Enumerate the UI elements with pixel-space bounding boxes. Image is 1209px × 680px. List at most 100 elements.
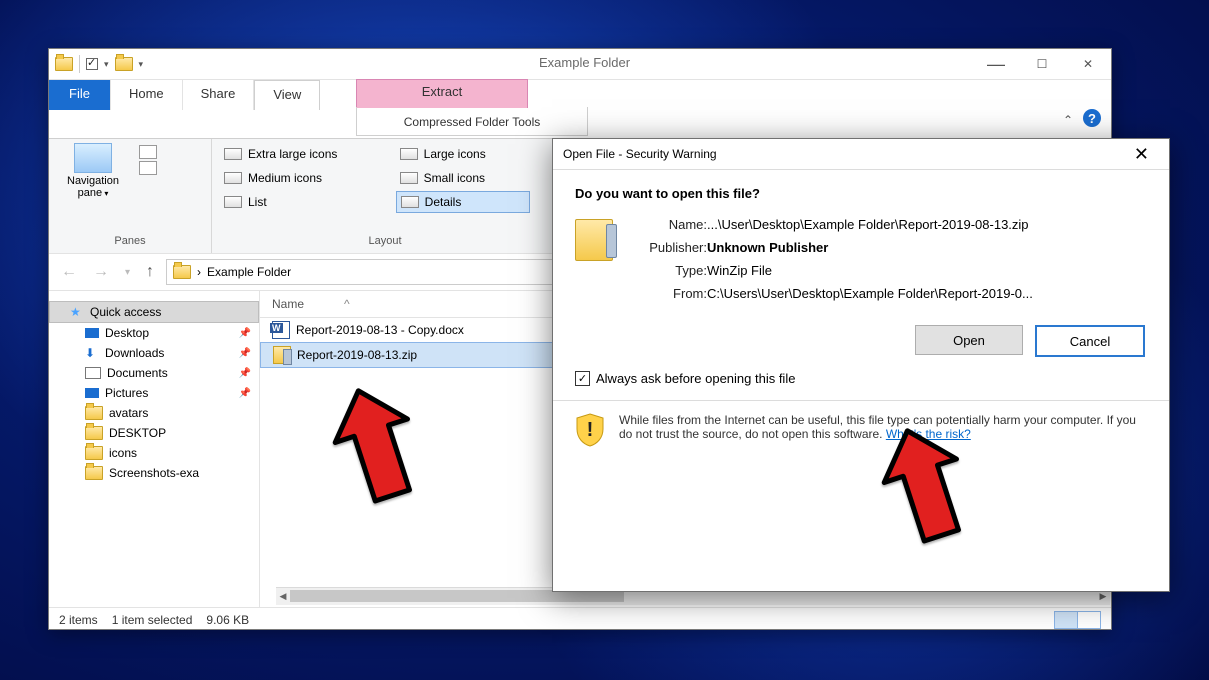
- status-item-count: 2 items: [59, 613, 98, 627]
- zip-file-icon: [273, 346, 291, 364]
- desktop-icon: [85, 328, 99, 338]
- layout-extra-large[interactable]: Extra large icons: [220, 143, 382, 165]
- layout-medium[interactable]: Medium icons: [220, 167, 382, 189]
- downloads-icon: ⬇: [85, 346, 99, 360]
- value-from: C:\Users\User\Desktop\Example Folder\Rep…: [707, 286, 1033, 301]
- nav-back-button[interactable]: ←: [57, 263, 81, 281]
- navigation-pane[interactable]: ★Quick access Desktop📌 ⬇Downloads📌 Docum…: [49, 291, 260, 607]
- file-name: Report-2019-08-13.zip: [297, 348, 417, 362]
- panes-group-label: Panes: [57, 235, 203, 247]
- navigation-pane-label: Navigationpane: [67, 175, 119, 199]
- window-title: Example Folder: [539, 55, 630, 70]
- svg-text:!: !: [587, 419, 594, 441]
- layout-small[interactable]: Small icons: [396, 167, 530, 189]
- tab-compressed-tools[interactable]: Compressed Folder Tools: [356, 107, 588, 136]
- titlebar: ▾ ▾ Example Folder — ☐ ✕: [49, 49, 1111, 80]
- open-button[interactable]: Open: [915, 325, 1023, 355]
- label-name: Name:: [631, 217, 707, 232]
- word-doc-icon: [272, 321, 290, 339]
- value-name: ...\User\Desktop\Example Folder\Report-2…: [707, 217, 1033, 232]
- address-location: Example Folder: [207, 265, 291, 279]
- file-name: Report-2019-08-13 - Copy.docx: [296, 323, 464, 337]
- pin-icon: 📌: [239, 328, 251, 339]
- dialog-titlebar: Open File - Security Warning ✕: [553, 139, 1169, 170]
- folder-icon: [85, 406, 103, 420]
- tab-view[interactable]: View: [254, 80, 320, 110]
- layout-icon: [400, 148, 418, 160]
- tab-extract-context[interactable]: Extract: [356, 79, 528, 108]
- nav-desktop2[interactable]: DESKTOP: [49, 423, 259, 443]
- annotation-arrow-icon: [316, 380, 426, 513]
- layout-details[interactable]: Details: [396, 191, 530, 213]
- close-button[interactable]: ✕: [1065, 49, 1111, 79]
- annotation-arrow-icon: [865, 420, 975, 553]
- status-selection: 1 item selected: [112, 613, 193, 627]
- nav-desktop[interactable]: Desktop📌: [49, 323, 259, 343]
- chevron-down-icon: ▾: [102, 189, 108, 198]
- security-warning-dialog: Open File - Security Warning ✕ Do you wa…: [552, 138, 1170, 592]
- layout-group-label: Layout: [220, 235, 550, 247]
- always-ask-checkbox[interactable]: ✓ Always ask before opening this file: [575, 371, 1147, 386]
- collapse-ribbon-chevron-icon[interactable]: ⌃: [1063, 113, 1073, 127]
- status-bar: 2 items 1 item selected 9.06 KB: [49, 607, 1111, 632]
- qat-more-chevron-icon[interactable]: ▾: [139, 59, 144, 70]
- always-ask-label: Always ask before opening this file: [596, 371, 795, 386]
- pictures-icon: [85, 388, 99, 398]
- folder-icon: [85, 446, 103, 460]
- nav-pictures[interactable]: Pictures📌: [49, 383, 259, 403]
- navigation-pane-button[interactable]: Navigationpane ▾: [57, 143, 129, 200]
- folder-icon[interactable]: [55, 57, 73, 71]
- dialog-title: Open File - Security Warning: [563, 147, 717, 161]
- pin-icon: 📌: [239, 388, 251, 399]
- maximize-button[interactable]: ☐: [1019, 49, 1065, 79]
- view-details-button[interactable]: [1054, 611, 1078, 629]
- documents-icon: [85, 367, 101, 379]
- layout-icon: [224, 172, 242, 184]
- folder-icon: [85, 426, 103, 440]
- details-pane-icon: [139, 161, 157, 175]
- tab-file[interactable]: File: [49, 80, 111, 110]
- view-thumbnails-button[interactable]: [1077, 611, 1101, 629]
- status-size: 9.06 KB: [206, 613, 249, 627]
- star-icon: ★: [70, 305, 84, 319]
- preview-pane-button[interactable]: [139, 145, 157, 159]
- qat-chevron-icon[interactable]: ▾: [104, 59, 109, 70]
- label-from: From:: [631, 286, 707, 301]
- minimize-button[interactable]: —: [973, 49, 1019, 79]
- layout-list[interactable]: List: [220, 191, 382, 213]
- value-type: WinZip File: [707, 263, 1033, 278]
- properties-icon[interactable]: [86, 58, 98, 70]
- nav-avatars[interactable]: avatars: [49, 403, 259, 423]
- nav-quick-access[interactable]: ★Quick access: [49, 301, 259, 323]
- tab-share[interactable]: Share: [183, 80, 255, 110]
- nav-downloads[interactable]: ⬇Downloads📌: [49, 343, 259, 363]
- layout-icon: [224, 148, 242, 160]
- zip-file-icon: [575, 219, 613, 261]
- layout-large[interactable]: Large icons: [396, 143, 530, 165]
- new-folder-icon[interactable]: [115, 57, 133, 71]
- dialog-close-button[interactable]: ✕: [1124, 142, 1159, 166]
- nav-icons[interactable]: icons: [49, 443, 259, 463]
- nav-documents[interactable]: Documents📌: [49, 363, 259, 383]
- nav-forward-button[interactable]: →: [89, 263, 113, 281]
- preview-pane-icon: [139, 145, 157, 159]
- label-type: Type:: [631, 263, 707, 278]
- quick-access-toolbar: ▾ ▾: [49, 55, 143, 73]
- address-sep: ›: [197, 265, 201, 279]
- cancel-button[interactable]: Cancel: [1035, 325, 1145, 357]
- pin-icon: 📌: [239, 348, 251, 359]
- folder-icon: [85, 466, 103, 480]
- separator: [553, 400, 1169, 401]
- tab-home[interactable]: Home: [111, 80, 183, 110]
- details-pane-button[interactable]: [139, 161, 157, 175]
- layout-icon: [400, 172, 418, 184]
- nav-recent-button[interactable]: ▾: [121, 267, 134, 278]
- help-icon[interactable]: ?: [1083, 109, 1101, 127]
- scroll-left-icon[interactable]: ◀: [276, 588, 290, 604]
- col-name[interactable]: Name: [272, 297, 304, 311]
- dialog-question: Do you want to open this file?: [575, 186, 1147, 201]
- navigation-pane-icon: [74, 143, 112, 173]
- nav-screenshots[interactable]: Screenshots-exa: [49, 463, 259, 483]
- nav-up-button[interactable]: ↑: [142, 263, 158, 281]
- folder-icon: [173, 265, 191, 279]
